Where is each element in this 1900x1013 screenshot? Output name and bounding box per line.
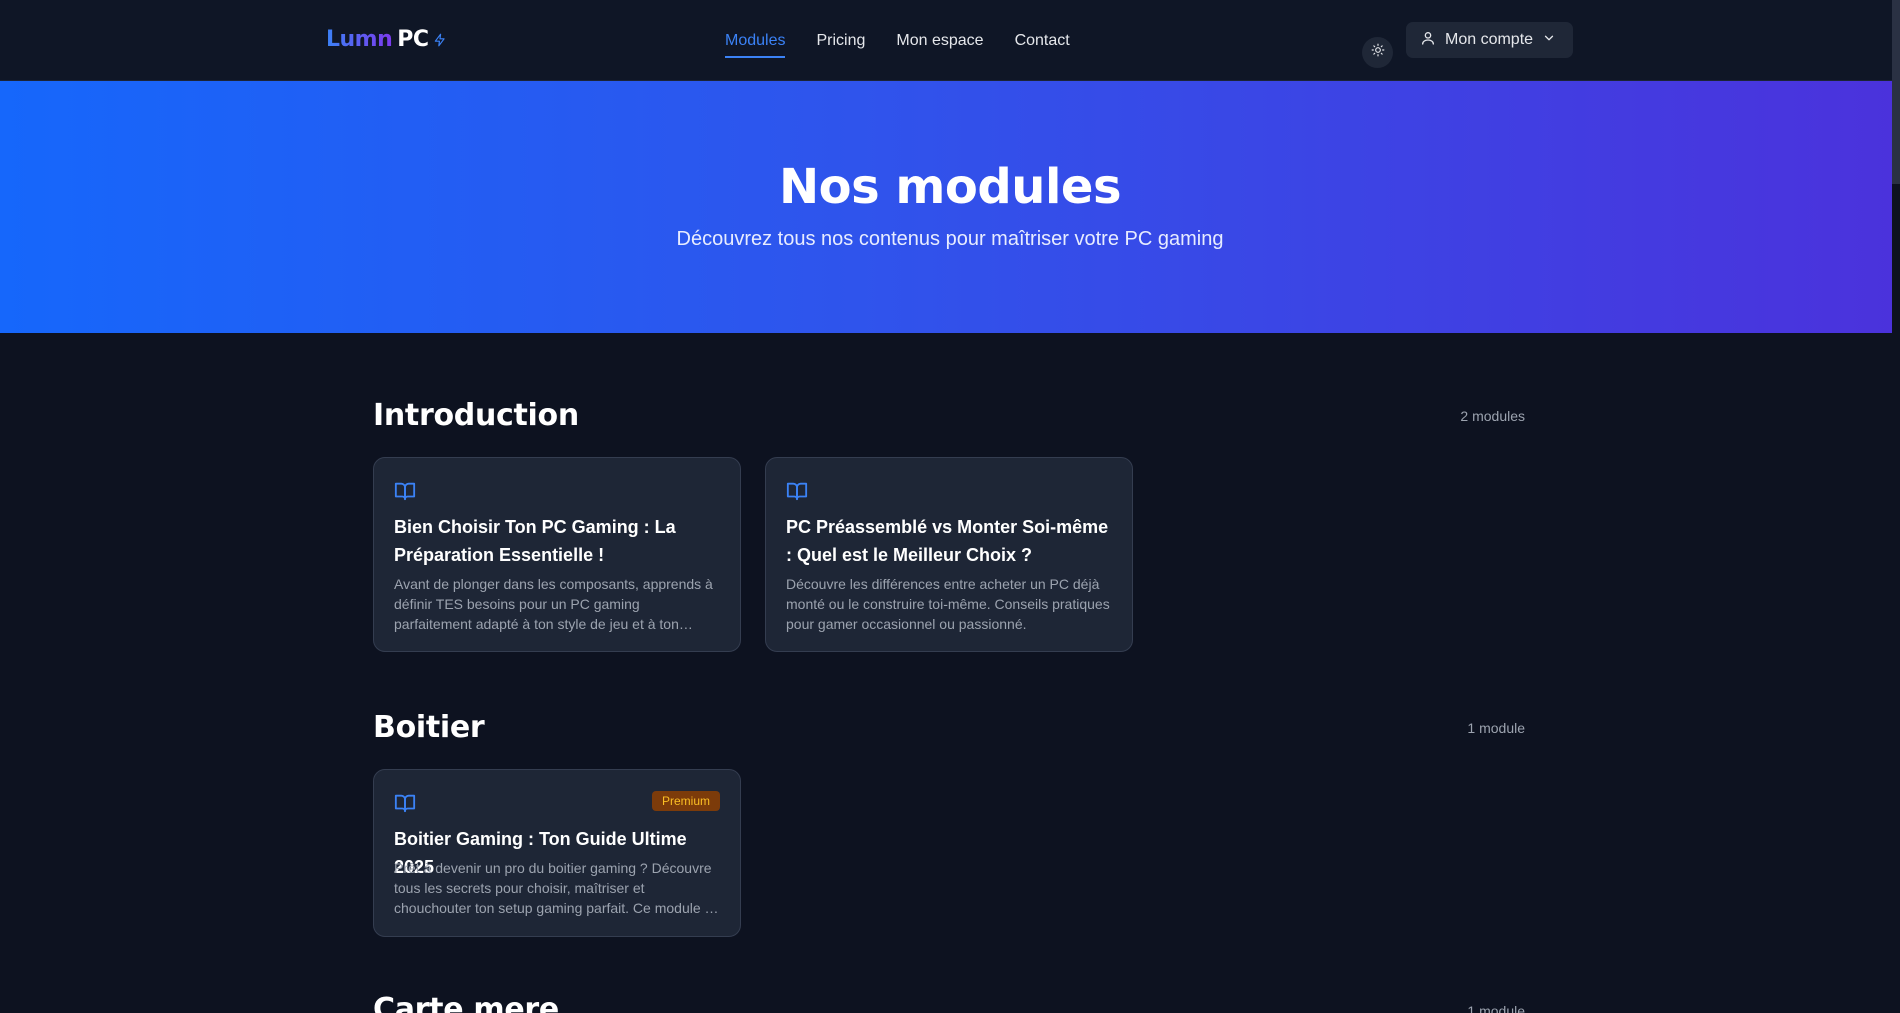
module-card[interactable]: Premium Boitier Gaming : Ton Guide Ultim…: [373, 769, 741, 937]
scrollbar-thumb[interactable]: [1892, 0, 1900, 184]
module-description: Avant de plonger dans les composants, ap…: [394, 576, 713, 632]
section-count-boitier: 1 module: [1467, 720, 1525, 736]
brand-logo[interactable]: Lumn PC: [326, 27, 447, 52]
section-title-boitier: Boitier: [373, 710, 485, 745]
section-count-introduction: 2 modules: [1460, 408, 1525, 424]
book-open-icon: [394, 480, 416, 507]
hero-banner: Nos modules Découvrez tous nos contenus …: [0, 81, 1900, 333]
section-count-carte-mere: 1 module: [1467, 1003, 1525, 1013]
brand-name-part1: Lumn: [326, 27, 393, 52]
page-scrollbar[interactable]: [1892, 0, 1900, 1013]
lightning-icon: [433, 32, 447, 48]
brand-name-part2: PC: [397, 27, 429, 52]
module-description: Découvre les différences entre acheter u…: [786, 576, 1110, 632]
section-title-carte-mere: Carte mere: [373, 992, 559, 1013]
book-open-icon: [394, 792, 416, 819]
page-subtitle: Découvrez tous nos contenus pour maîtris…: [676, 228, 1224, 250]
module-description: Prêt à devenir un pro du boitier gaming …: [394, 860, 717, 916]
nav-link-mon-espace[interactable]: Mon espace: [896, 30, 983, 56]
sun-icon: [1371, 43, 1385, 62]
module-title: PC Préassemblé vs Monter Soi-même : Quel…: [786, 517, 1109, 565]
nav-link-contact[interactable]: Contact: [1015, 30, 1070, 56]
nav-link-pricing[interactable]: Pricing: [816, 30, 865, 56]
user-icon: [1420, 30, 1436, 51]
book-open-icon: [786, 480, 808, 507]
theme-toggle-button[interactable]: [1362, 37, 1393, 68]
main-nav: Modules Pricing Mon espace Contact: [725, 30, 1070, 58]
account-label: Mon compte: [1445, 31, 1534, 48]
section-title-introduction: Introduction: [373, 398, 579, 433]
nav-link-modules[interactable]: Modules: [725, 30, 786, 58]
top-navbar: Lumn PC Modules Pricing Mon espace Conta…: [0, 0, 1900, 81]
module-card[interactable]: PC Préassemblé vs Monter Soi-même : Quel…: [765, 457, 1133, 652]
page-title: Nos modules: [778, 159, 1122, 215]
premium-badge: Premium: [651, 791, 720, 811]
module-title: Bien Choisir Ton PC Gaming : La Préparat…: [394, 517, 676, 565]
module-card[interactable]: Bien Choisir Ton PC Gaming : La Préparat…: [373, 457, 741, 652]
account-menu-button[interactable]: Mon compte: [1406, 22, 1573, 58]
chevron-down-icon: [1542, 31, 1556, 50]
